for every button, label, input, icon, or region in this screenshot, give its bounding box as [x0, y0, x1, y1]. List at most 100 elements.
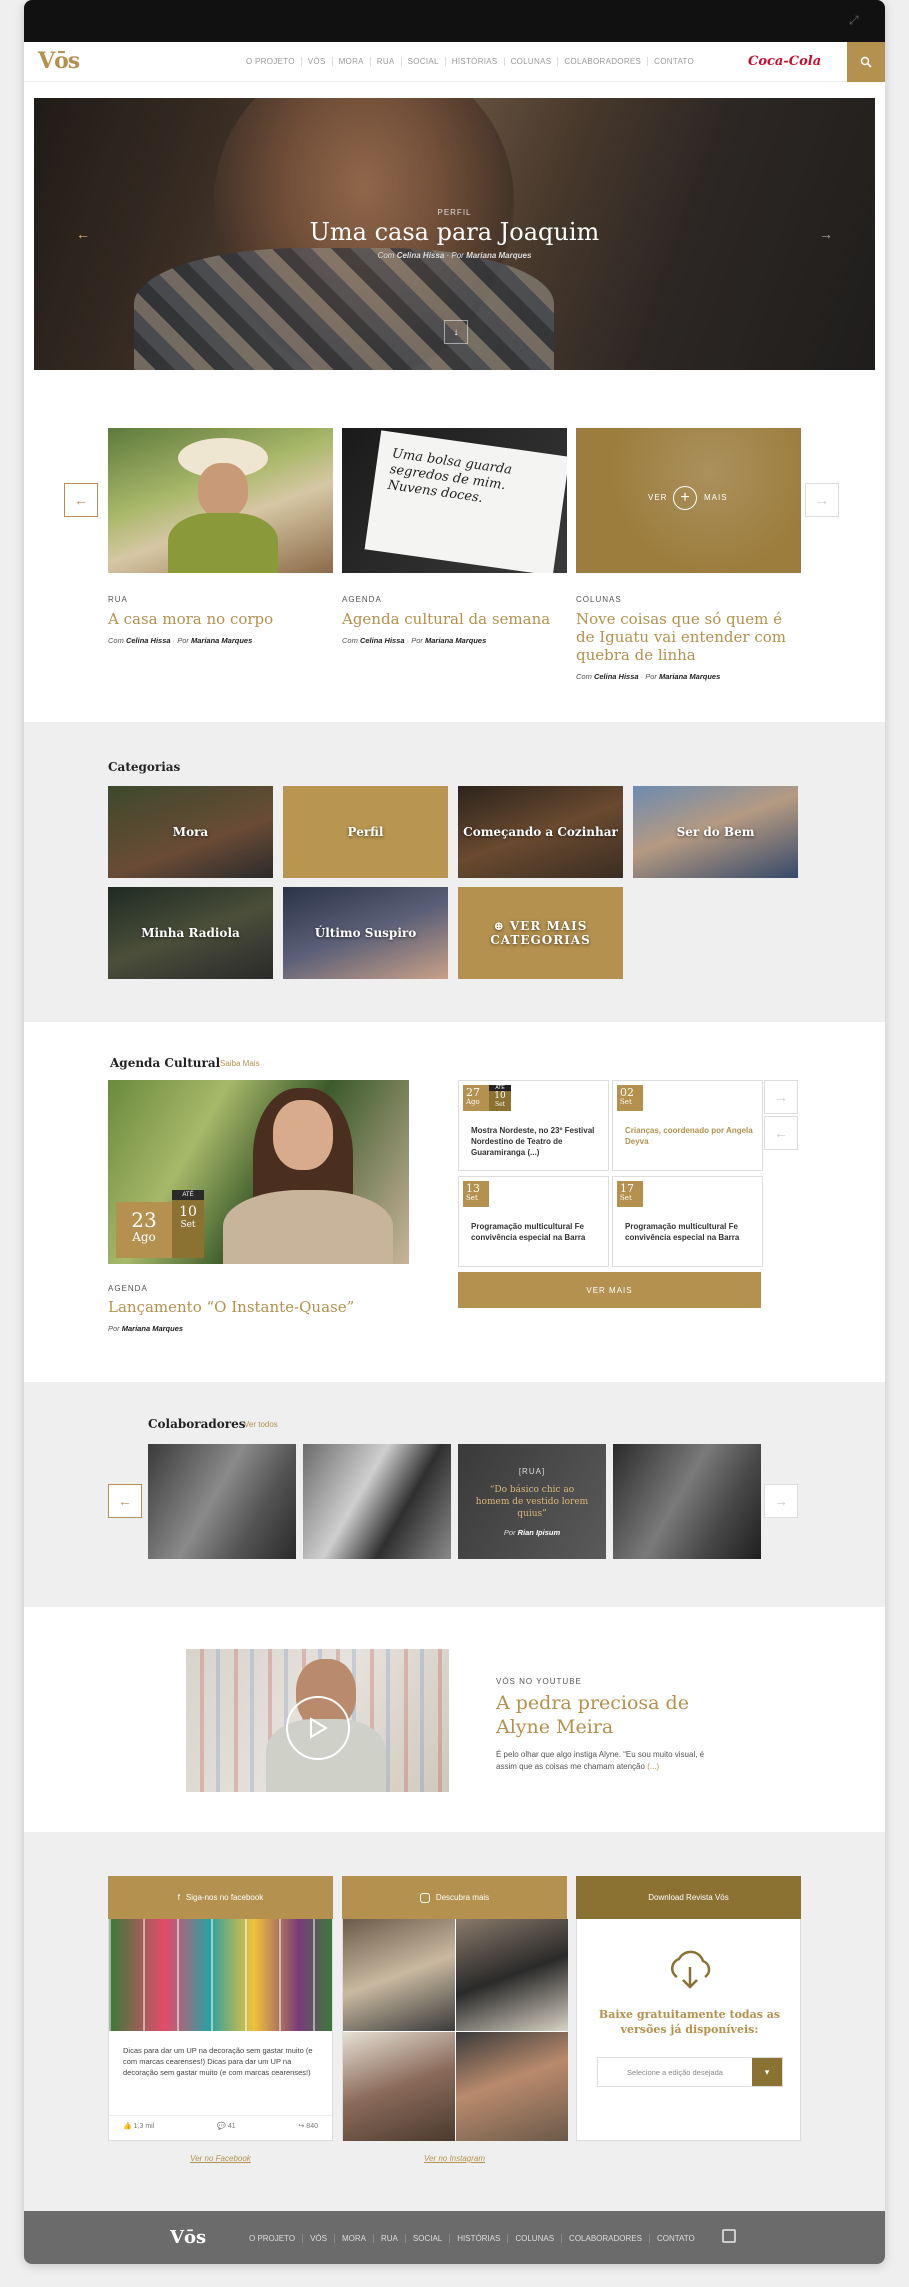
- colaborador-quote-card[interactable]: [RUA] “Do básico chic ao homem de vestid…: [458, 1444, 606, 1559]
- facebook-icon: f: [177, 1893, 180, 1902]
- colaboradores-section: Colaboradores Ver todos ← → [RUA] “Do bá…: [24, 1382, 885, 1607]
- nav-link-colaboradores[interactable]: COLABORADORES: [557, 57, 647, 66]
- chevron-down-icon[interactable]: ▾: [752, 2058, 782, 2086]
- site-logo[interactable]: Vōs: [38, 48, 80, 74]
- colaboradores-more-link[interactable]: Ver todos: [244, 1420, 278, 1429]
- card-image: VER + MAIS: [576, 428, 801, 573]
- event-until-badge: ATÉ 10 Set: [489, 1085, 511, 1111]
- footer-link-projeto[interactable]: O PROJETO: [242, 2234, 302, 2243]
- event-text: Programação multicultural Fe convivência…: [625, 1222, 740, 1242]
- category-tile-mora[interactable]: Mora: [108, 786, 273, 878]
- email-icon[interactable]: [722, 2229, 736, 2243]
- category-tile-cozinhar[interactable]: Começando a Cozinhar: [458, 786, 623, 878]
- footer-link-colunas[interactable]: COLUNAS: [507, 2234, 561, 2243]
- facebook-post-text: Dicas para dar um UP na decoração sem ga…: [123, 2046, 313, 2077]
- featured-card[interactable]: VER + MAIS COLUNAS Nove coisas que só qu…: [576, 428, 801, 681]
- hero-title[interactable]: Uma casa para Joaquim: [34, 218, 875, 246]
- footer-link-historias[interactable]: HISTÓRIAS: [449, 2234, 507, 2243]
- nav-link-social[interactable]: SOCIAL: [400, 57, 445, 66]
- plus-icon: ⊕: [493, 919, 510, 933]
- card-byline: Com Celina Hissa · Por Mariana Marques: [342, 636, 487, 645]
- play-icon[interactable]: [286, 1696, 350, 1760]
- categories-section: Categorias Mora Perfil Começando a Cozin…: [24, 722, 885, 1022]
- footer-link-rua[interactable]: RUA: [373, 2234, 405, 2243]
- instagram-photo[interactable]: [343, 2032, 455, 2141]
- sponsor-logo[interactable]: Coca-Cola: [748, 54, 821, 69]
- event-date-badge: 27 Ago: [463, 1085, 489, 1111]
- download-header: Download Revista Vōs: [576, 1876, 801, 1919]
- facebook-header[interactable]: f Siga-nos no facebook: [108, 1876, 333, 1919]
- comment-count[interactable]: 💬 41: [217, 2122, 235, 2130]
- card-byline: Com Celina Hissa · Por Mariana Marques: [108, 636, 253, 645]
- footer-link-mora[interactable]: MORA: [334, 2234, 373, 2243]
- footer-link-social[interactable]: SOCIAL: [404, 2234, 449, 2243]
- facebook-link[interactable]: Ver no Facebook: [108, 2154, 333, 2163]
- nav-link-contato[interactable]: CONTATO: [647, 57, 700, 66]
- share-count[interactable]: ↪ 840: [298, 2122, 318, 2130]
- event-card[interactable]: 13 Set Programação multicultural Fe convi…: [458, 1176, 609, 1267]
- nav-link-rua[interactable]: RUA: [369, 57, 401, 66]
- card-byline: Com Celina Hissa · Por Mariana Marques: [576, 672, 721, 681]
- event-card[interactable]: 17 Set Programação multicultural Fe convi…: [612, 1176, 763, 1267]
- agenda-see-more-button[interactable]: VER MAIS: [458, 1272, 761, 1308]
- colaborador-photo[interactable]: [148, 1444, 296, 1559]
- instagram-icon: [419, 1892, 430, 1903]
- search-icon: [860, 56, 872, 68]
- video-tag: VÓS NO YOUTUBE: [496, 1677, 582, 1686]
- category-tile-ultimo-suspiro[interactable]: Último Suspiro: [283, 887, 448, 979]
- agenda-prev-arrow[interactable]: ←: [764, 1116, 798, 1150]
- see-more-categories-button[interactable]: ⊕ VER MAIS CATEGORIAS: [458, 887, 623, 979]
- colaboradores-prev-arrow[interactable]: ←: [108, 1484, 142, 1518]
- instagram-photo[interactable]: [456, 2032, 568, 2141]
- event-date-badge: 13 Set: [463, 1181, 489, 1207]
- category-tile-radiola[interactable]: Minha Radiola: [108, 887, 273, 979]
- colaboradores-title: Colaboradores: [148, 1417, 246, 1431]
- video-title[interactable]: A pedra preciosa de Alyne Meira: [496, 1691, 726, 1739]
- plus-icon[interactable]: +: [673, 486, 697, 510]
- instagram-header[interactable]: Descubra mais: [342, 1876, 567, 1919]
- nav-link-vos[interactable]: VÓS: [300, 57, 332, 66]
- event-card[interactable]: 27 Ago ATÉ 10 Set Mostra Nordeste, no 23º…: [458, 1080, 609, 1171]
- nav-link-projeto[interactable]: O PROJETO: [240, 57, 301, 66]
- edition-select[interactable]: Selecione a edição desejada ▾: [597, 2057, 783, 2087]
- colaborador-photo[interactable]: [613, 1444, 761, 1559]
- colaborador-photo[interactable]: [303, 1444, 451, 1559]
- instagram-photo[interactable]: [343, 1919, 455, 2031]
- nav-link-colunas[interactable]: COLUNAS: [503, 57, 558, 66]
- card-title[interactable]: A casa mora no corpo: [108, 610, 333, 628]
- featured-card[interactable]: RUA A casa mora no corpo Com Celina Hiss…: [108, 428, 333, 645]
- colaboradores-next-arrow[interactable]: →: [764, 1484, 798, 1518]
- footer-link-contato[interactable]: CONTATO: [648, 2234, 702, 2243]
- hero-slider[interactable]: ← → PERFIL Uma casa para Joaquim Com Cel…: [34, 98, 875, 370]
- facebook-widget: f Siga-nos no facebook Dicas para dar um …: [108, 1876, 333, 2141]
- footer-link-colaboradores[interactable]: COLABORADORES: [561, 2234, 649, 2243]
- card-title[interactable]: Nove coisas que só quem é de Iguatu vai …: [576, 610, 801, 664]
- nav-link-mora[interactable]: MORA: [331, 57, 370, 66]
- search-button[interactable]: [847, 42, 885, 82]
- agenda-main-title[interactable]: Lançamento “O Instante-Quase”: [108, 1298, 354, 1316]
- footer-links: O PROJETO VÓS MORA RUA SOCIAL HISTÓRIAS …: [242, 2234, 702, 2243]
- footer-logo[interactable]: Vōs: [170, 2227, 206, 2248]
- category-tile-perfil[interactable]: Perfil: [283, 786, 448, 878]
- like-count[interactable]: 👍 1,3 mil: [123, 2122, 154, 2130]
- video-thumbnail[interactable]: [186, 1649, 449, 1792]
- agenda-next-arrow[interactable]: →: [764, 1080, 798, 1114]
- card-title[interactable]: Agenda cultural da semana: [342, 610, 567, 628]
- footer: Vōs O PROJETO VÓS MORA RUA SOCIAL HISTÓR…: [24, 2211, 885, 2264]
- download-text: Baixe gratuitamente todas as versões já …: [598, 2008, 781, 2036]
- footer-link-vos[interactable]: VÓS: [302, 2234, 334, 2243]
- instagram-link[interactable]: Ver no Instagram: [342, 2154, 567, 2163]
- agenda-main-image[interactable]: 23 Ago ATÉ 10 Set: [108, 1080, 409, 1264]
- event-card[interactable]: 02 Set Crianças, coordenado por Angela De…: [612, 1080, 763, 1171]
- nav-link-historias[interactable]: HISTÓRIAS: [444, 57, 504, 66]
- expand-icon[interactable]: ⤢: [849, 13, 863, 27]
- featured-card[interactable]: Uma bolsa guarda segredos de mim. Nuvens…: [342, 428, 567, 645]
- scroll-down-button[interactable]: ↓: [444, 320, 468, 344]
- facebook-post-image[interactable]: [109, 1919, 332, 2031]
- instagram-photo[interactable]: [456, 1919, 568, 2031]
- featured-prev-arrow[interactable]: ←: [64, 483, 98, 517]
- instagram-widget: Descubra mais: [342, 1876, 568, 2141]
- agenda-more-link[interactable]: Saiba Mais: [220, 1059, 260, 1068]
- category-tile-ser-do-bem[interactable]: Ser do Bem: [633, 786, 798, 878]
- featured-next-arrow[interactable]: →: [805, 483, 839, 517]
